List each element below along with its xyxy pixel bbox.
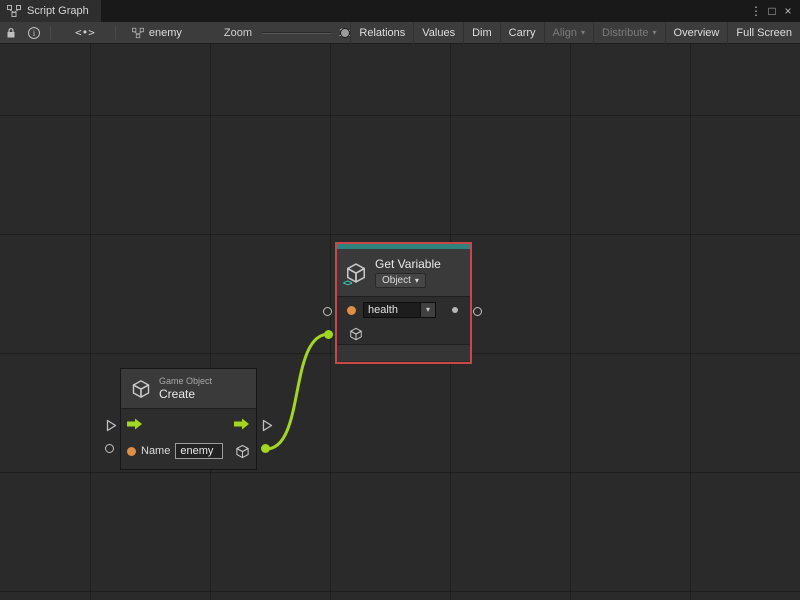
kebab-menu-icon[interactable]: ⋮ [748, 0, 764, 22]
gv-right-port[interactable] [473, 307, 482, 316]
graph-canvas[interactable]: Get Variable Object ▾ ▾ [0, 44, 800, 600]
flow-out-arrow-icon[interactable] [234, 418, 250, 430]
control-flow-row [121, 409, 256, 439]
gv-object-in-port[interactable] [324, 330, 333, 339]
chevron-down-icon: ▾ [415, 277, 419, 285]
create-flow-out-port[interactable] [262, 419, 273, 432]
toolbar-buttons: Relations Values Dim Carry Align ▾ Distr… [350, 22, 800, 44]
graph-asset-label: enemy [132, 27, 182, 39]
create-flow-in-port[interactable] [106, 419, 117, 432]
info-icon [28, 27, 40, 39]
gameobject-output-icon [235, 444, 250, 459]
node-title: Get Variable [375, 257, 441, 271]
node-category: Game Object [159, 376, 212, 386]
align-dropdown[interactable]: Align ▾ [544, 22, 593, 44]
toolbar-separator [50, 26, 51, 40]
chevron-down-icon: ▾ [653, 29, 657, 37]
zoom-slider-track[interactable] [262, 32, 331, 34]
get-variable-header: Get Variable Object ▾ [337, 249, 470, 297]
variable-out-port[interactable] [452, 307, 458, 313]
values-button[interactable]: Values [413, 22, 463, 44]
node-footer [337, 345, 470, 361]
maximize-icon[interactable]: □ [764, 0, 780, 22]
create-object-out-port[interactable] [261, 444, 270, 453]
carry-button[interactable]: Carry [500, 22, 544, 44]
gv-left-port[interactable] [323, 307, 332, 316]
title-bar: Script Graph ⋮ □ × [0, 0, 800, 22]
variable-value-in-port[interactable] [347, 306, 356, 315]
node-create-gameobject[interactable]: Game Object Create Name [120, 368, 257, 470]
graph-name: enemy [149, 27, 182, 39]
distribute-dropdown[interactable]: Distribute ▾ [593, 22, 664, 44]
node-get-variable[interactable]: Get Variable Object ▾ ▾ [335, 242, 472, 364]
toolbar-separator [115, 26, 116, 40]
fullscreen-button[interactable]: Full Screen [727, 22, 800, 44]
variable-port-row: ▾ [337, 297, 470, 323]
variable-name-input[interactable] [363, 302, 421, 318]
variable-picker-button[interactable]: ▾ [421, 302, 436, 318]
gameobject-input-row [337, 323, 470, 345]
variable-scope-dropdown[interactable]: Object ▾ [375, 273, 426, 288]
create-name-in-port[interactable] [105, 444, 114, 453]
zoom-label: Zoom [224, 27, 252, 39]
chevron-down-icon: ▾ [581, 29, 585, 37]
tab-script-graph[interactable]: Script Graph [0, 0, 101, 22]
lock-icon [6, 27, 16, 39]
info-button[interactable] [22, 22, 46, 44]
cube-icon [131, 379, 151, 399]
gameobject-type-icon [349, 327, 363, 341]
zoom-slider-handle[interactable] [340, 28, 350, 38]
relations-button[interactable]: Relations [350, 22, 413, 44]
name-value-port[interactable] [127, 447, 136, 456]
chevron-down-icon: ▾ [426, 306, 430, 314]
name-param-row: Name [121, 439, 256, 463]
name-value-input[interactable] [175, 443, 223, 459]
overview-button[interactable]: Overview [665, 22, 728, 44]
param-label: Name [141, 445, 170, 457]
lock-button[interactable] [0, 22, 22, 44]
window-controls: ⋮ □ × [748, 0, 800, 22]
tab-label: Script Graph [27, 5, 89, 17]
script-graph-window: Script Graph ⋮ □ × <•> [0, 0, 800, 600]
close-icon[interactable]: × [780, 0, 796, 22]
node-title: Create [159, 387, 212, 401]
graph-asset-icon [132, 27, 144, 39]
script-graph-icon [7, 5, 21, 17]
zoom-slider[interactable] [262, 27, 331, 39]
code-view-button[interactable]: <•> [69, 22, 101, 44]
variable-cube-icon [345, 262, 367, 284]
flow-in-arrow-icon[interactable] [127, 418, 143, 430]
dim-button[interactable]: Dim [463, 22, 500, 44]
code-brackets-icon [343, 278, 352, 288]
code-icon: <•> [75, 26, 95, 39]
create-header: Game Object Create [121, 369, 256, 409]
graph-toolbar: <•> enemy Zoom 1x Relations Values [0, 22, 800, 44]
